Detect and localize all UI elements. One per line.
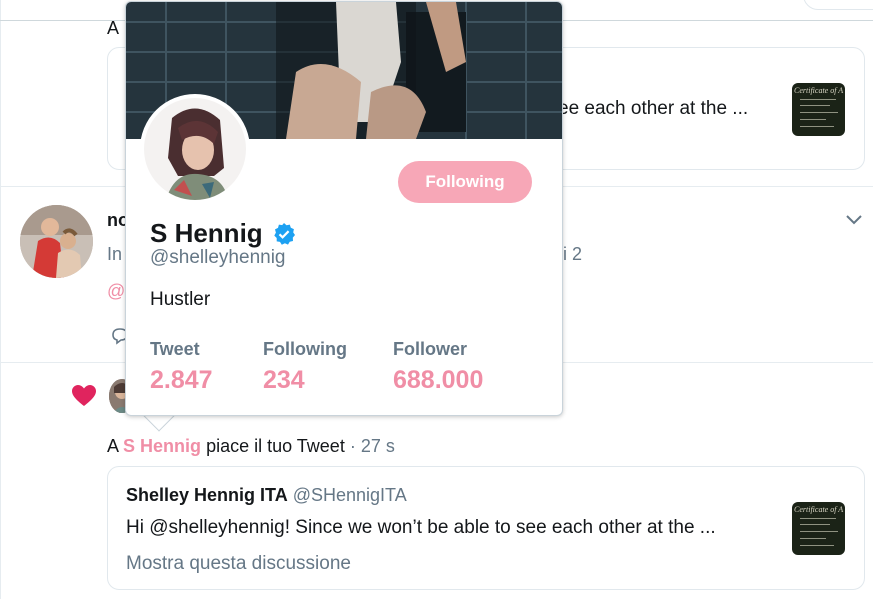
notification-prefix: A — [107, 18, 120, 38]
quoted-author-handle: @SHennigITA — [292, 485, 407, 505]
certificate-line — [800, 524, 830, 525]
notification-prefix: A — [107, 436, 119, 456]
tweet-text-fragment: i 2 — [563, 244, 583, 264]
certificate-line — [800, 112, 838, 113]
profile-avatar-photo — [144, 98, 246, 200]
certificate-line — [800, 531, 838, 532]
like-notification-text: A S Hennig piace il tuo Tweet · 27 s — [107, 436, 395, 457]
certificate-line — [800, 105, 830, 106]
certificate-line — [800, 545, 834, 546]
certificate-line — [800, 119, 826, 120]
separator-dot: · — [349, 436, 356, 456]
certificate-line — [800, 538, 826, 539]
action-text: piace il tuo Tweet — [206, 436, 345, 456]
stat-tweets-value[interactable]: 2.847 — [150, 366, 213, 395]
heart-icon — [72, 385, 96, 406]
certificate-thumbnail[interactable]: Certificate of A — [792, 83, 845, 136]
avatar-photo — [20, 205, 93, 278]
verified-badge-icon — [274, 223, 295, 245]
stat-tweets-label[interactable]: Tweet — [150, 339, 200, 360]
chevron-down-icon[interactable] — [843, 208, 865, 230]
certificate-title: Certificate of A — [794, 86, 844, 95]
profile-avatar[interactable] — [140, 94, 250, 204]
column-border — [0, 0, 1, 599]
following-button[interactable]: Following — [398, 161, 532, 203]
tweet-text-fragment: In — [107, 244, 123, 264]
timestamp[interactable]: 27 s — [361, 436, 395, 456]
show-thread-link[interactable]: Mostra questa discussione — [126, 553, 351, 575]
profile-bio: Hustler — [150, 289, 211, 310]
certificate-line — [800, 126, 834, 127]
quoted-tweet-text: Hi @shelleyhennig! Since we won’t be abl… — [126, 517, 716, 538]
certificate-line — [800, 99, 836, 100]
quoted-tweet-header: Shelley Hennig ITA @SHennigITA — [126, 485, 407, 506]
actor-name-link[interactable]: S Hennig — [123, 436, 201, 456]
stat-followers-label[interactable]: Follower — [393, 339, 467, 360]
quoted-tweet-card[interactable]: Shelley Hennig ITA @SHennigITA Hi @shell… — [107, 466, 865, 590]
search-box[interactable] — [803, 0, 873, 10]
stat-following-value[interactable]: 234 — [263, 366, 305, 395]
avatar[interactable] — [20, 205, 93, 278]
profile-handle[interactable]: @shelleyhennig — [150, 247, 286, 269]
certificate-title: Certificate of A — [794, 505, 844, 514]
mention-fragment[interactable]: @ — [107, 281, 125, 302]
certificate-thumbnail[interactable]: Certificate of A — [792, 502, 845, 555]
profile-hovercard: Following S Hennig @shelleyhennig Hustle… — [125, 1, 563, 416]
quoted-author-name: Shelley Hennig ITA — [126, 485, 288, 505]
display-name[interactable]: S Hennig — [150, 218, 263, 249]
quoted-tweet-text: ee each other at the ... — [558, 98, 749, 119]
certificate-line — [800, 518, 836, 519]
stat-followers-value[interactable]: 688.000 — [393, 366, 483, 395]
stat-following-label[interactable]: Following — [263, 339, 347, 360]
